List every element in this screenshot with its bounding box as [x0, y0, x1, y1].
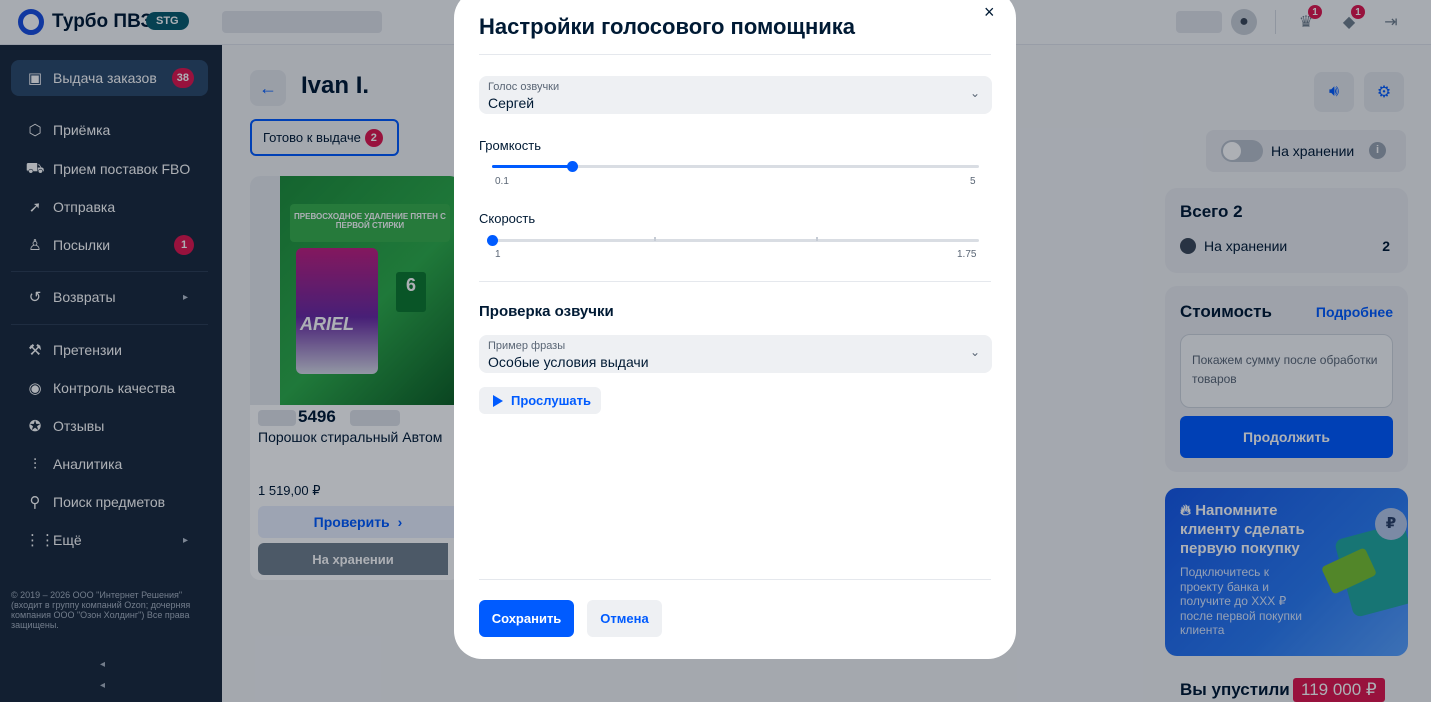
phrase-select-label: Пример фразы — [488, 340, 566, 352]
chevron-down-icon: ⌄ — [969, 345, 980, 359]
play-icon — [493, 394, 503, 407]
phrase-select-value: Особые условия выдачи — [488, 354, 649, 370]
listen-button-label: Прослушать — [511, 393, 592, 408]
close-icon[interactable]: × — [984, 2, 995, 23]
volume-max: 5 — [970, 176, 976, 187]
volume-slider-handle[interactable] — [566, 161, 578, 172]
volume-min: 0.1 — [495, 176, 509, 187]
modal-title: Настройки голосового помощника — [479, 14, 856, 39]
voice-select-value: Сергей — [488, 95, 535, 111]
chevron-down-icon: ⌄ — [969, 86, 980, 100]
volume-slider-fill — [492, 165, 572, 168]
phrase-select[interactable]: Пример фразы Особые условия выдачи ⌄ — [479, 335, 992, 373]
speed-label: Скорость — [479, 211, 536, 226]
listen-button[interactable]: Прослушать — [479, 387, 601, 414]
speed-max: 1.75 — [957, 249, 977, 260]
voice-check-heading: Проверка озвучки — [479, 303, 614, 320]
voice-settings-modal: Настройки голосового помощника × Голос о… — [454, 0, 1016, 659]
save-button[interactable]: Сохранить — [479, 600, 574, 637]
speed-slider[interactable] — [487, 235, 979, 246]
divider — [479, 579, 991, 580]
divider — [479, 54, 991, 55]
speed-slider-handle[interactable] — [487, 235, 498, 246]
cancel-button[interactable]: Отмена — [587, 600, 662, 637]
volume-slider[interactable] — [492, 161, 979, 172]
voice-select[interactable]: Голос озвучки Сергей ⌄ — [479, 76, 992, 114]
volume-label: Громкость — [479, 138, 541, 153]
slider-tick — [654, 237, 656, 241]
slider-tick — [816, 237, 818, 241]
speed-min: 1 — [495, 249, 501, 260]
divider — [479, 281, 991, 282]
voice-select-label: Голос озвучки — [488, 81, 560, 93]
